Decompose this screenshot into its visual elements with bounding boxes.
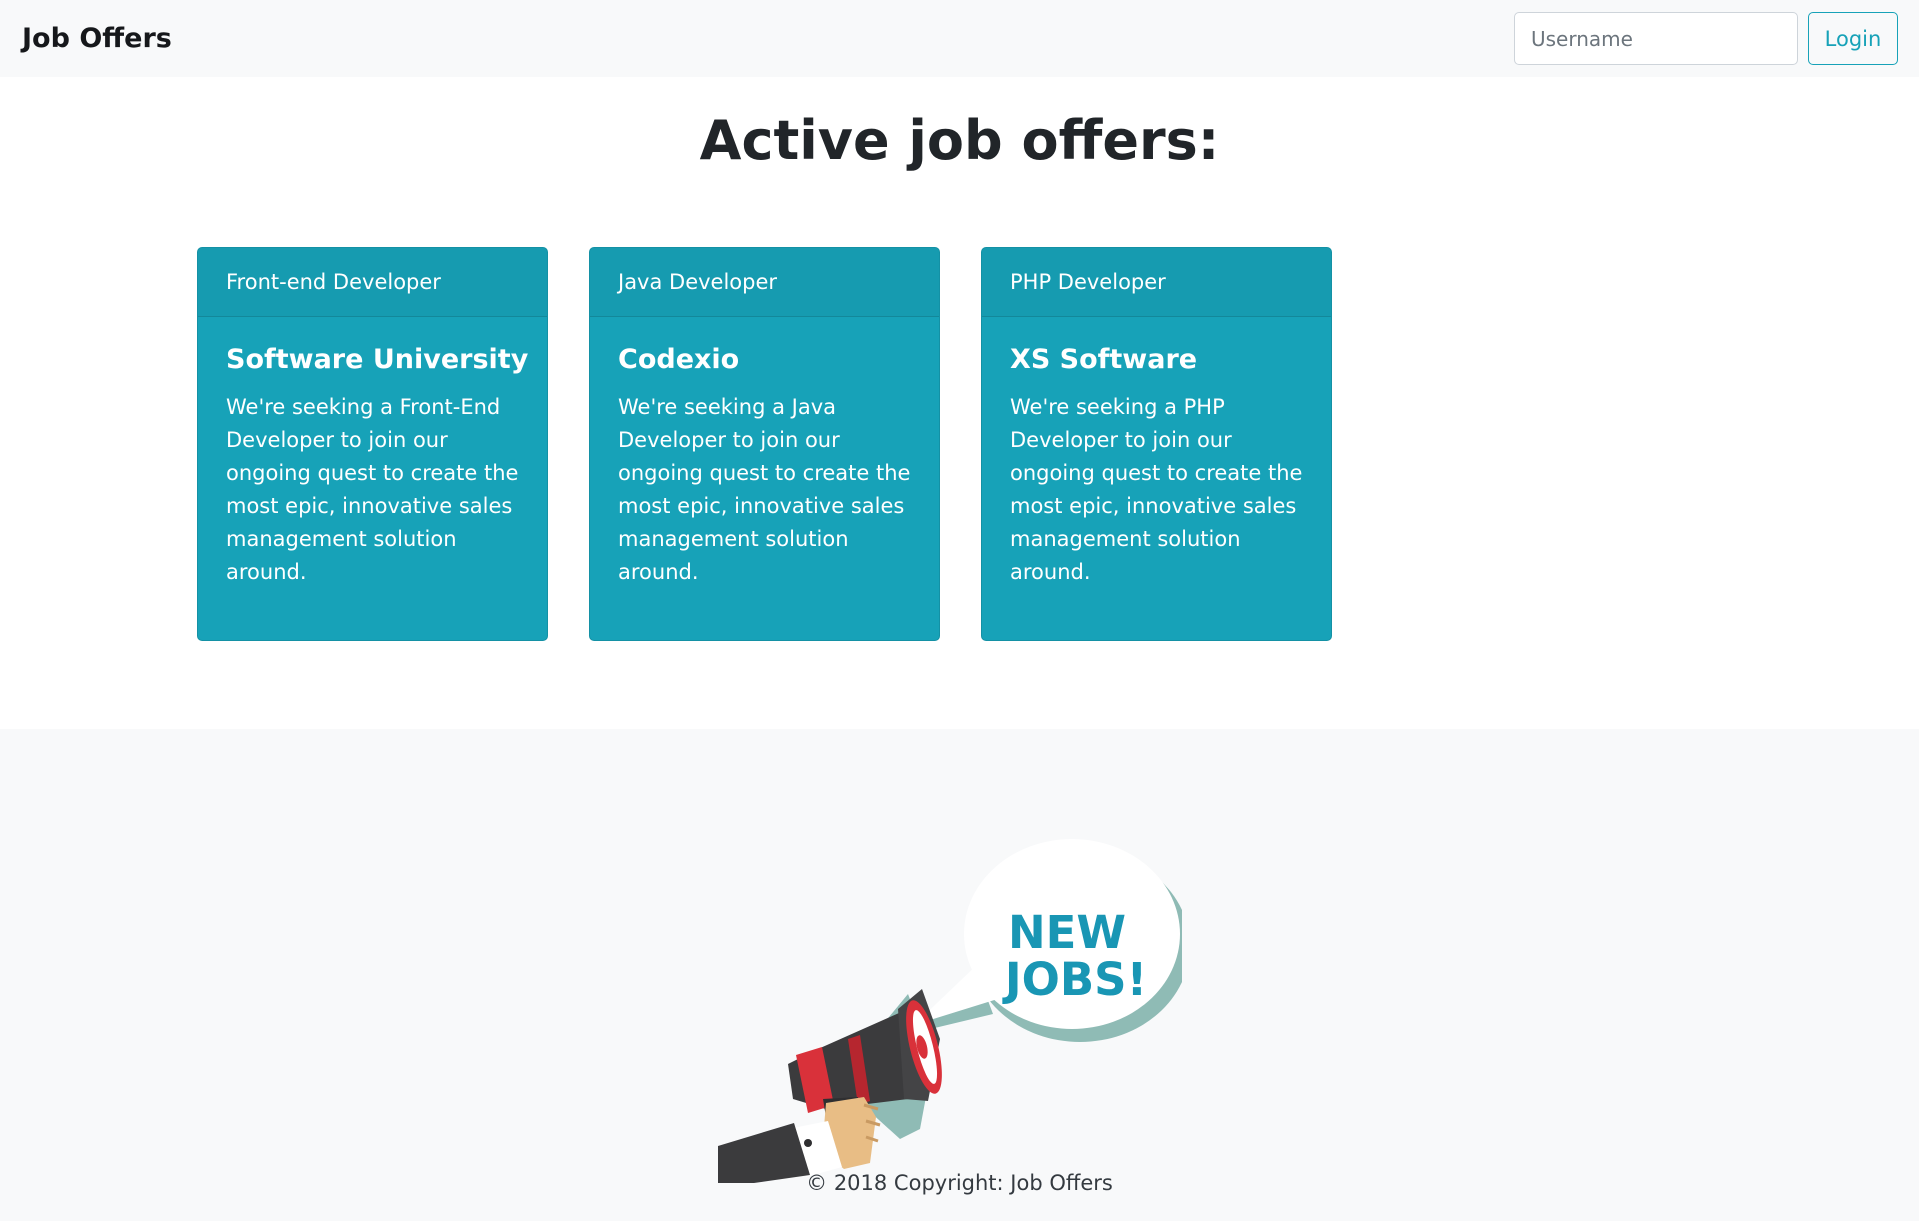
username-input[interactable]: [1514, 12, 1798, 65]
job-description: We're seeking a Java Developer to join o…: [618, 395, 911, 584]
banner-line2: JOBS!: [1002, 953, 1147, 1006]
company-name: Software University: [226, 344, 529, 375]
copyright-text: © 2018 Copyright: Job Offers: [806, 1171, 1113, 1195]
card-body: XS Software We're seeking a PHP Develope…: [982, 317, 1331, 589]
company-name: XS Software: [1010, 344, 1198, 375]
footer: NEW JOBS! © 2018 Copyright: Job Offers: [0, 729, 1919, 1221]
job-offer-card[interactable]: Java Developer Codexio We're seeking a J…: [589, 247, 940, 641]
navbar: Job Offers Login: [0, 0, 1919, 77]
brand-link[interactable]: Job Offers: [22, 22, 172, 56]
job-position: Front-end Developer: [198, 248, 547, 317]
job-position: PHP Developer: [982, 248, 1331, 317]
job-offer-card[interactable]: PHP Developer XS Software We're seeking …: [981, 247, 1332, 641]
page-title: Active job offers:: [699, 109, 1220, 172]
card-body: Codexio We're seeking a Java Developer t…: [590, 317, 939, 589]
banner-line1: NEW: [1008, 906, 1126, 959]
job-description: We're seeking a PHP Developer to join ou…: [1010, 395, 1303, 584]
login-button[interactable]: Login: [1808, 12, 1898, 65]
new-jobs-illustration: NEW JOBS!: [718, 839, 1182, 1183]
job-offer-card[interactable]: Front-end Developer Software University …: [197, 247, 548, 641]
job-position: Java Developer: [590, 248, 939, 317]
card-body: Software University We're seeking a Fron…: [198, 317, 547, 589]
company-name: Codexio: [618, 344, 740, 375]
job-description: We're seeking a Front-End Developer to j…: [226, 395, 519, 584]
